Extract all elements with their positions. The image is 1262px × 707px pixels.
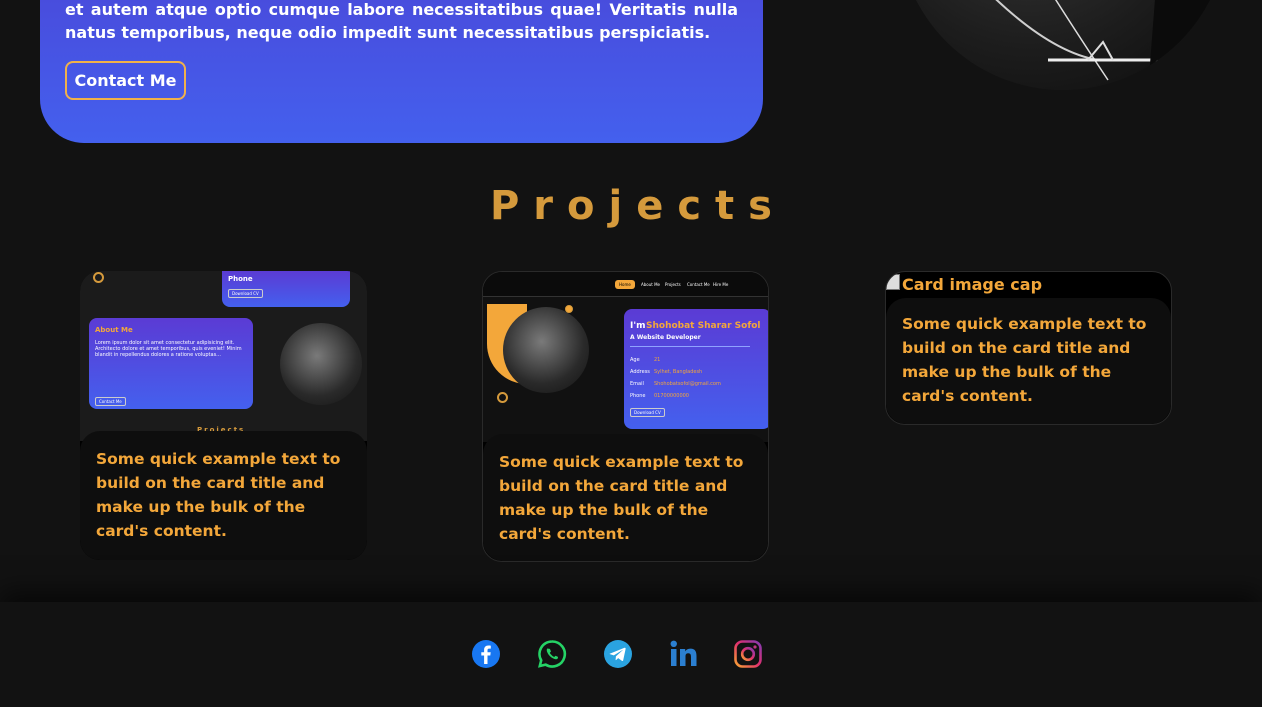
mini-nav-home: Home <box>615 280 635 289</box>
mini-field-value: Sylhet, Bangladesh <box>654 369 703 375</box>
whatsapp-icon[interactable] <box>536 638 568 670</box>
instagram-icon[interactable] <box>732 638 764 670</box>
contact-me-button[interactable]: Contact Me <box>65 61 186 100</box>
mini-download-button: Download CV <box>630 408 665 417</box>
mini-about-title: About Me <box>95 326 133 334</box>
mini-name: Shohobat Sharar Sofol <box>646 321 761 331</box>
project-card-3[interactable]: Card image cap Some quick example text t… <box>885 271 1172 425</box>
mini-contact-button: Contact Me <box>95 397 126 406</box>
mini-profile-photo <box>280 323 362 405</box>
linkedin-icon[interactable] <box>668 638 700 670</box>
mini-contact-box: Phone Download CV <box>222 271 350 307</box>
project-preview-1: Phone Download CV About Me Lorem ipsum d… <box>80 271 367 441</box>
mini-field-value: Shohobatsofol@gmail.com <box>654 381 721 387</box>
mini-about-text: Lorem ipsum dolor sit amet consectetur a… <box>95 340 242 358</box>
project-card-1[interactable]: Phone Download CV About Me Lorem ipsum d… <box>80 271 367 560</box>
mini-nav-hire: Hire Me <box>713 282 729 287</box>
mini-role: A Website Developer <box>630 334 701 341</box>
facebook-icon-svg <box>472 640 500 668</box>
card-body: Some quick example text to build on the … <box>483 434 768 561</box>
card-image-cap: Card image cap <box>886 272 1042 298</box>
profile-photo <box>898 0 1228 90</box>
mini-phone-label: Phone <box>228 275 253 283</box>
projects-title: Projects <box>489 183 786 229</box>
mini-divider <box>630 346 750 347</box>
mini-field-label: Age <box>630 357 640 363</box>
whatsapp-icon-svg <box>538 640 567 668</box>
mini-field-label: Phone <box>630 393 646 399</box>
mini-nav-about: About Me <box>641 282 661 287</box>
broken-image-icon <box>886 274 900 290</box>
mini-greeting: I'm <box>630 321 646 331</box>
mini-profile-photo <box>503 307 589 393</box>
linkedin-icon-svg <box>670 640 697 666</box>
mini-field-value: 01700000000 <box>654 393 689 399</box>
mini-nav-projects: Projects <box>665 282 681 287</box>
project-card-2[interactable]: Home About Me Projects Contact Me Hire M… <box>482 271 769 562</box>
instagram-icon-svg <box>734 640 762 668</box>
telegram-icon[interactable] <box>602 638 634 670</box>
decor-ring-small <box>565 305 573 313</box>
card-image-alt-text: Card image cap <box>902 275 1043 294</box>
facebook-icon[interactable] <box>470 638 502 670</box>
mini-about-box: About Me Lorem ipsum dolor sit amet cons… <box>89 318 253 409</box>
card-body: Some quick example text to build on the … <box>80 431 367 560</box>
telegram-icon-svg <box>604 640 632 668</box>
about-text: et autem atque optio cumque labore neces… <box>65 0 738 42</box>
guitar-photo-icon <box>995 0 1228 90</box>
mini-info-box: I'm Shohobat Sharar Sofol A Website Deve… <box>624 309 768 429</box>
mini-field-label: Address <box>630 369 650 375</box>
decor-ring <box>497 392 508 403</box>
mini-navbar: Home About Me Projects Contact Me Hire M… <box>483 272 768 297</box>
mini-download-button: Download CV <box>228 289 263 298</box>
project-preview-2: Home About Me Projects Contact Me Hire M… <box>483 272 768 442</box>
mini-field-label: Email <box>630 381 644 387</box>
decor-ring <box>93 272 104 283</box>
mini-field-value: 21 <box>654 357 661 363</box>
card-body: Some quick example text to build on the … <box>886 298 1171 424</box>
